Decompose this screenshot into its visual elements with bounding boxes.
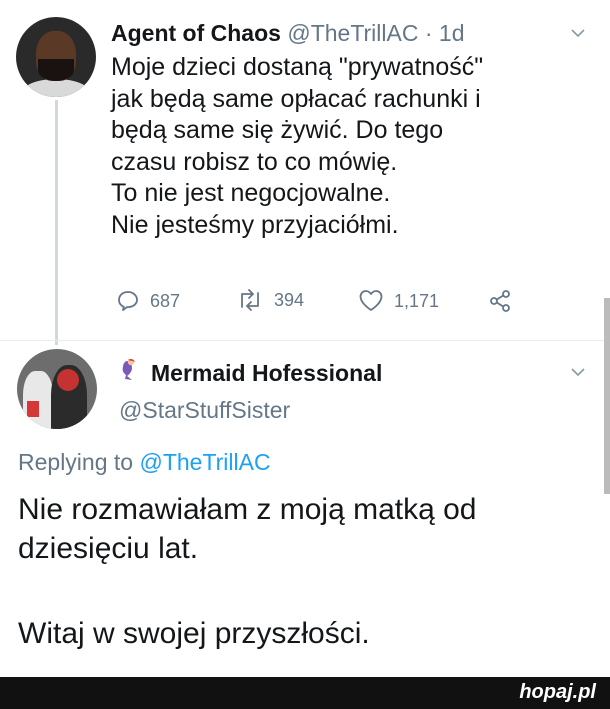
tweet-line: dziesięciu lat. [18,532,199,565]
share-icon [488,289,512,313]
tweet-text: Nie rozmawiałam z moją matką od dziesięc… [18,490,598,653]
retweet-count: 394 [274,289,305,310]
replying-to: Replying to @TheTrillAC [18,449,271,476]
reply-count: 687 [150,290,181,311]
avatar-mask [57,369,79,391]
tweet-original[interactable]: Agent of Chaos @TheTrillAC · 1d Moje dzi… [0,0,610,345]
avatar[interactable] [17,349,97,429]
tweet-line: czasu robisz to co mówię. [111,147,398,176]
reply-button[interactable]: 687 [116,289,180,313]
like-count: 1,171 [394,290,440,311]
display-name[interactable]: Agent of Chaos [111,20,281,46]
tweet-line: Moje dzieci dostaną "prywatność" [111,53,484,81]
avatar[interactable] [16,17,96,97]
scrollbar[interactable] [604,298,610,494]
replying-label: Replying to [18,449,134,475]
retweet-button[interactable]: 394 [236,289,304,311]
like-button[interactable]: 1,171 [358,289,439,313]
avatar-person [23,371,53,429]
chevron-down-icon[interactable] [571,25,585,41]
handle: @StarStuffSister [119,397,291,423]
divider [0,340,610,341]
heart-icon [358,289,384,313]
watermark-logo: hopaj.pl [519,681,596,703]
tweet-line: będą same się żywić. Do tego [111,116,444,144]
tweet-line: jak będą same opłacać rachunki i [111,84,481,113]
chevron-down-icon[interactable] [571,364,585,380]
tweet-text: Moje dzieci dostaną "prywatność" jak będ… [111,52,581,241]
avatar-ribbon [27,401,39,417]
thread-line [55,100,58,345]
tweet-header: Mermaid Hofessional @StarStuffSister [119,357,382,424]
tweet-line: Nie rozmawiałam z moją matką od [18,493,477,526]
share-button[interactable] [488,289,512,313]
avatar-beard [38,59,74,81]
replying-mention-link[interactable]: @TheTrillAC [139,449,270,475]
retweet-icon [236,289,264,311]
avatar-shirt [21,79,91,97]
tweet-header: Agent of Chaos @TheTrillAC · 1d [111,20,464,47]
reply-icon [116,289,140,313]
tweet-line: Witaj w swojej przyszłości. [18,617,370,650]
mermaid-icon [119,357,145,389]
display-name[interactable]: Mermaid Hofessional [151,360,382,387]
action-bar: 687 394 1,171 [116,289,536,315]
handle-time: @TheTrillAC · 1d [287,20,465,46]
watermark-bar: hopaj.pl [0,677,610,709]
tweet-line: To nie jest negocjowalne. [111,179,391,207]
tweet-line: Nie jesteśmy przyjaciółmi. [111,210,399,239]
